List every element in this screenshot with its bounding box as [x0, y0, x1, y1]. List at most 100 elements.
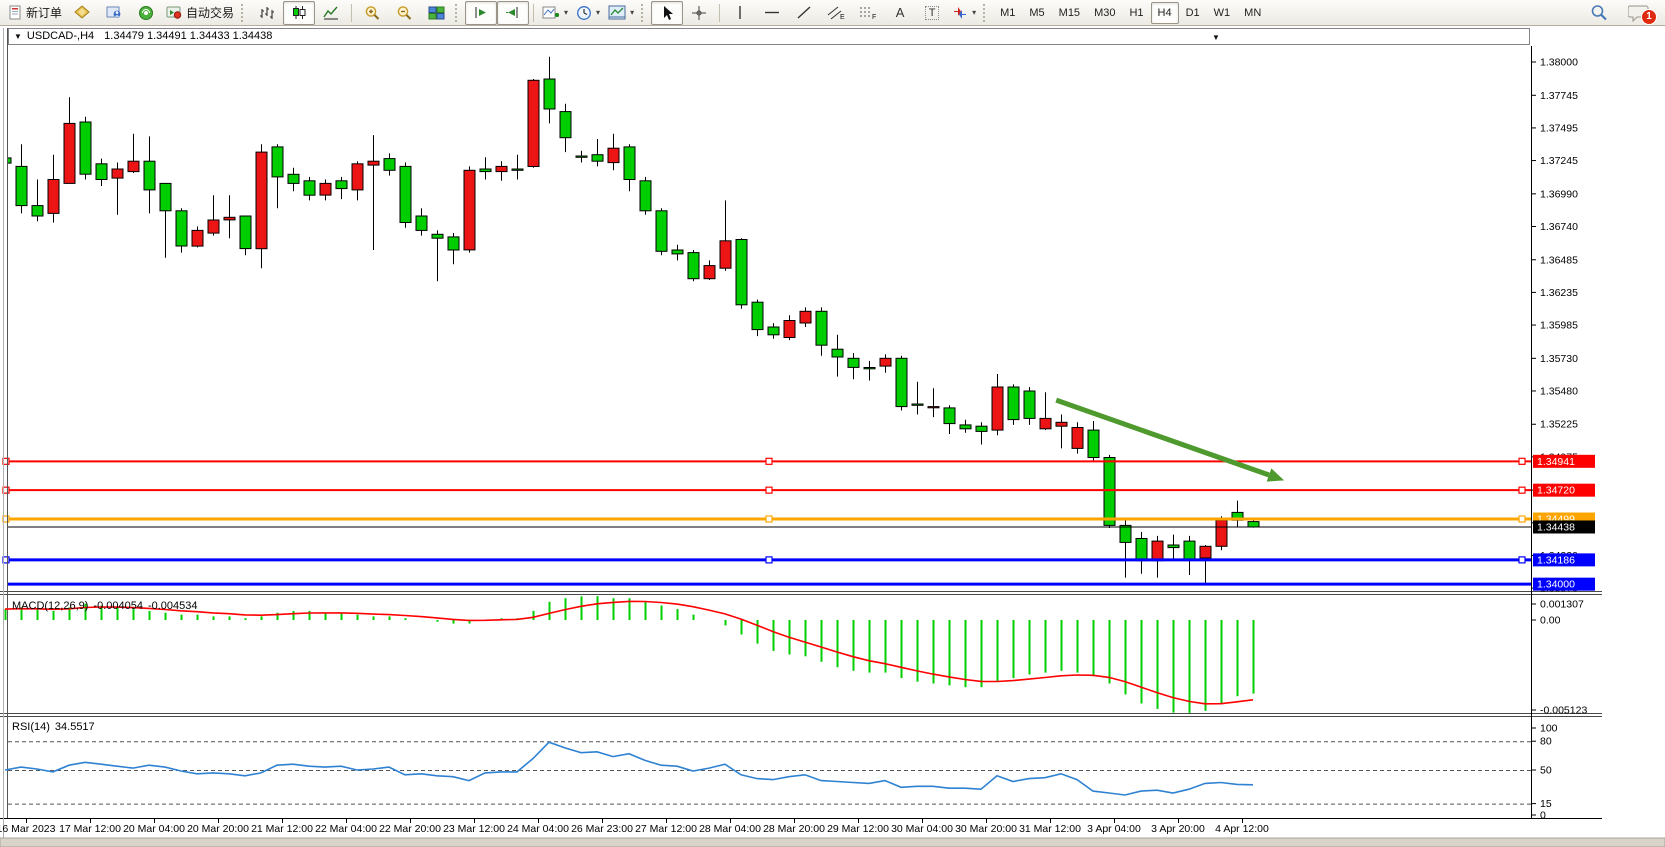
svg-text:16 Mar 2023: 16 Mar 2023	[0, 823, 56, 835]
zoom-in-icon	[364, 5, 381, 21]
periods-button[interactable]: ▾	[572, 1, 604, 25]
new-order-icon	[8, 5, 23, 20]
market-watch-button[interactable]	[66, 1, 98, 25]
notification-badge: 1	[1641, 9, 1657, 25]
vertical-line-tool-button[interactable]	[724, 1, 756, 25]
bar-chart-icon	[259, 5, 275, 20]
chart-symbol-title: USDCAD-,H4	[27, 28, 94, 45]
titlebar-caret-icon[interactable]: ▼	[1212, 29, 1220, 46]
toolbar-grip	[455, 4, 462, 22]
timeframe-m1[interactable]: M1	[993, 2, 1022, 24]
text-tool-button[interactable]: A	[884, 1, 916, 25]
vertical-line-icon	[733, 5, 747, 20]
svg-text:17 Mar 12:00: 17 Mar 12:00	[59, 823, 121, 835]
toolbar-grip	[641, 4, 648, 22]
cursor-tool-button[interactable]	[651, 1, 683, 25]
equidistant-channel-icon: E	[827, 5, 845, 20]
line-chart-button[interactable]	[315, 1, 347, 25]
community-button[interactable]	[98, 1, 130, 25]
timeframe-m30[interactable]: M30	[1087, 2, 1122, 24]
auto-scroll-icon	[473, 5, 489, 20]
svg-text:50: 50	[1540, 765, 1552, 777]
arrows-icon	[952, 5, 968, 20]
timeframe-m15[interactable]: M15	[1052, 2, 1087, 24]
tile-windows-button[interactable]	[420, 1, 452, 25]
chart-ohlc-values: 1.34479 1.34491 1.34433 1.34438	[104, 28, 272, 45]
svg-text:30 Mar 04:00: 30 Mar 04:00	[891, 823, 953, 835]
timeframe-mn[interactable]: MN	[1237, 2, 1268, 24]
svg-text:1.38000: 1.38000	[1540, 57, 1578, 69]
toolbar-grip	[241, 4, 248, 22]
new-order-button[interactable]: 新订单	[4, 1, 66, 25]
price-label-1.34186: 1.34186	[1533, 553, 1595, 566]
autotrading-icon	[166, 5, 183, 20]
arrows-tool-button[interactable]: ▾	[948, 1, 980, 25]
svg-text:20 Mar 20:00: 20 Mar 20:00	[187, 823, 249, 835]
crosshair-icon	[691, 5, 707, 21]
clock-icon	[576, 5, 592, 21]
gold-diamond-icon	[74, 5, 91, 20]
toolbar-separator	[719, 4, 720, 22]
svg-text:29 Mar 12:00: 29 Mar 12:00	[827, 823, 889, 835]
text-label-icon: T	[925, 6, 940, 20]
price-label-1.34941: 1.34941	[1533, 455, 1595, 468]
search-button[interactable]	[1583, 1, 1615, 25]
timeframe-h1[interactable]: H1	[1122, 2, 1150, 24]
fibonacci-icon: F	[859, 5, 877, 20]
macd-label-row: MACD(12,26,9)-0.004054-0.004534	[12, 600, 203, 612]
svg-text:1.35480: 1.35480	[1540, 385, 1578, 397]
price-label-1.34000: 1.34000	[1533, 578, 1595, 591]
trendline-tool-button[interactable]	[788, 1, 820, 25]
macd-main-value: -0.004054	[93, 600, 143, 612]
crosshair-tool-button[interactable]	[683, 1, 715, 25]
horizontal-line-tool-button[interactable]	[756, 1, 788, 25]
toolbar-separator	[533, 4, 534, 22]
svg-text:1.34720: 1.34720	[1537, 485, 1575, 497]
macd-label: MACD(12,26,9)	[12, 600, 88, 612]
notifications-button[interactable]: 1	[1623, 1, 1655, 25]
price-label-1.34438: 1.34438	[1533, 520, 1595, 533]
svg-text:1.36235: 1.36235	[1540, 287, 1578, 299]
candlestick-chart-button[interactable]	[283, 1, 315, 25]
svg-text:3 Apr 04:00: 3 Apr 04:00	[1087, 823, 1141, 835]
signal-icon	[138, 5, 155, 21]
templates-button[interactable]: ▾	[604, 1, 638, 25]
svg-text:1.37245: 1.37245	[1540, 155, 1578, 167]
text-label-tool-button[interactable]: T	[916, 1, 948, 25]
zoom-in-button[interactable]	[356, 1, 388, 25]
indicators-button[interactable]: ▾	[538, 1, 572, 25]
symbol-dropdown-icon[interactable]: ▼	[14, 28, 22, 45]
dropdown-caret-icon: ▾	[596, 8, 600, 17]
svg-text:28 Mar 20:00: 28 Mar 20:00	[763, 823, 825, 835]
indicators-icon	[542, 5, 560, 21]
candlestick-chart-icon	[291, 5, 307, 20]
svg-text:1.35730: 1.35730	[1540, 353, 1578, 365]
auto-scroll-button[interactable]	[465, 1, 497, 25]
svg-text:1.35225: 1.35225	[1540, 419, 1578, 431]
svg-text:4 Apr 12:00: 4 Apr 12:00	[1215, 823, 1269, 835]
zoom-out-button[interactable]	[388, 1, 420, 25]
svg-text:28 Mar 04:00: 28 Mar 04:00	[699, 823, 761, 835]
chart-shift-button[interactable]	[497, 1, 529, 25]
svg-text:31 Mar 12:00: 31 Mar 12:00	[1019, 823, 1081, 835]
rsi-value: 34.5517	[55, 721, 95, 733]
autotrading-button[interactable]: 自动交易	[162, 1, 238, 25]
timeframe-w1[interactable]: W1	[1207, 2, 1238, 24]
templates-icon	[608, 5, 626, 20]
timeframe-h4[interactable]: H4	[1151, 2, 1179, 24]
svg-text:27 Mar 12:00: 27 Mar 12:00	[635, 823, 697, 835]
trendline-icon	[796, 5, 812, 20]
chart-titlebar: ▼ USDCAD-,H4 1.34479 1.34491 1.34433 1.3…	[8, 28, 1530, 45]
fibonacci-tool-button[interactable]: F	[852, 1, 884, 25]
line-chart-icon	[323, 5, 339, 20]
channel-tool-button[interactable]: E	[820, 1, 852, 25]
chart-canvas[interactable]: 1.380001.377451.374951.372451.369901.367…	[0, 26, 1665, 847]
svg-text:1.37495: 1.37495	[1540, 122, 1578, 134]
svg-text:22 Mar 04:00: 22 Mar 04:00	[315, 823, 377, 835]
chat-bubble-icon: 1	[1628, 4, 1650, 22]
toolbar-right-icons: 1	[1583, 1, 1661, 25]
bar-chart-button[interactable]	[251, 1, 283, 25]
signals-button[interactable]	[130, 1, 162, 25]
timeframe-m5[interactable]: M5	[1022, 2, 1051, 24]
timeframe-d1[interactable]: D1	[1179, 2, 1207, 24]
